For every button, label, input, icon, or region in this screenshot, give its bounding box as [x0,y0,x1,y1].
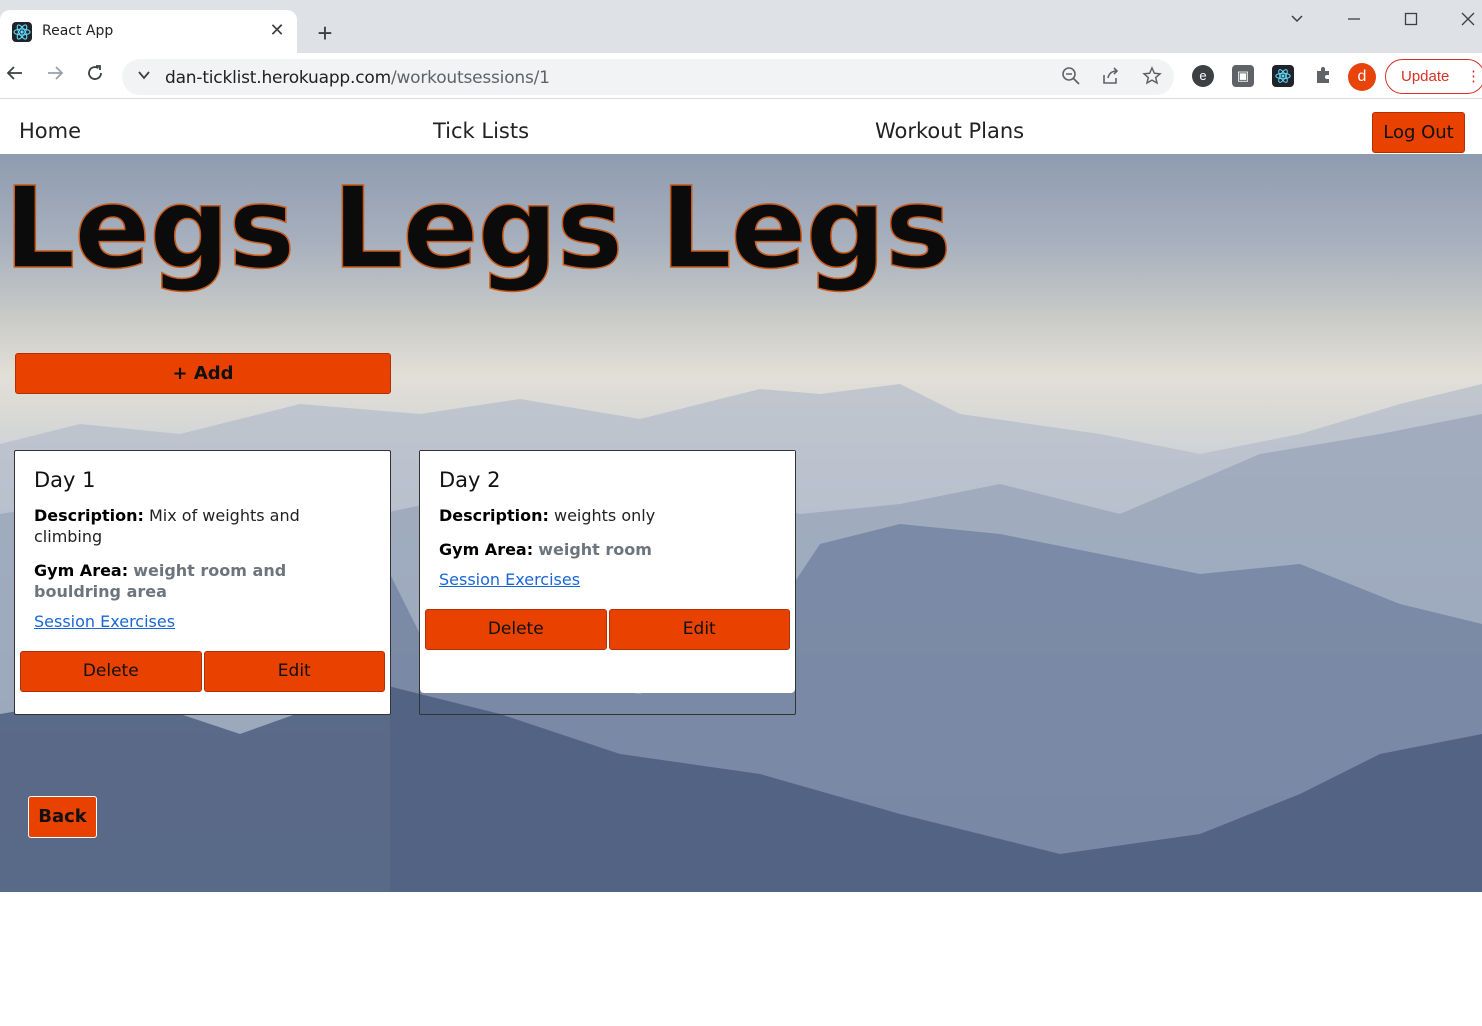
react-favicon-icon [12,22,32,42]
forward-arrow-icon[interactable] [42,63,68,89]
session-exercises-link[interactable]: Session Exercises [34,612,175,631]
extension-tag-icon[interactable]: ▣ [1232,65,1254,87]
tab-close-icon[interactable]: ✕ [266,19,288,41]
delete-button[interactable]: Delete [425,609,607,650]
nav-workout-plans-link[interactable]: Workout Plans [875,119,1024,143]
extension-e-icon[interactable]: e [1192,65,1214,87]
session-description: Description: weights only [439,506,656,525]
mountain-background: Legs Legs Legs + Add Day 1 Description: … [0,154,1482,892]
session-gym-area: Gym Area: weight room [439,540,652,559]
update-button[interactable]: Update ⋮ [1385,59,1482,94]
share-icon[interactable] [1099,66,1123,90]
more-menu-icon[interactable]: ⋮ [1466,60,1481,93]
tab-search-icon[interactable] [1283,8,1311,32]
page-title: Legs Legs Legs [3,164,952,294]
url-text[interactable]: dan-ticklist.herokuapp.com/workoutsessio… [165,68,550,88]
browser-tabstrip: React App ✕ + [0,0,1482,53]
session-card: Day 1 Description: Mix of weights and cl… [14,450,391,715]
browser-toolbar: dan-ticklist.herokuapp.com/workoutsessio… [0,53,1482,99]
zoom-icon[interactable] [1059,66,1083,90]
react-devtools-icon[interactable] [1272,65,1294,87]
nav-tick-lists-link[interactable]: Tick Lists [433,119,529,143]
session-exercises-link[interactable]: Session Exercises [439,570,580,589]
log-out-button[interactable]: Log Out [1372,112,1465,153]
address-bar[interactable]: dan-ticklist.herokuapp.com/workoutsessio… [122,59,1174,95]
profile-avatar[interactable]: d [1348,63,1376,91]
session-gym-area: Gym Area: weight room and bouldring area [34,561,287,601]
add-session-button[interactable]: + Add [15,353,391,394]
bookmark-star-icon[interactable] [1140,66,1164,90]
site-info-icon[interactable] [134,67,154,87]
edit-button[interactable]: Edit [608,609,790,650]
reload-icon[interactable] [82,63,108,89]
session-description: Description: Mix of weights and climbing [34,506,300,546]
browser-tab[interactable]: React App ✕ [0,10,297,53]
close-window-icon[interactable] [1454,8,1482,32]
edit-button[interactable]: Edit [203,651,385,692]
app-navbar: Home Tick Lists Workout Plans Log Out [0,100,1482,154]
session-name: Day 2 [439,468,501,492]
delete-button[interactable]: Delete [20,651,202,692]
session-name: Day 1 [34,468,96,492]
maximize-icon[interactable] [1397,8,1425,32]
tab-title: React App [42,23,114,39]
session-card: Day 2 Description: weights only Gym Area… [419,450,796,715]
nav-home-link[interactable]: Home [19,119,81,143]
back-arrow-icon[interactable] [2,63,28,89]
minimize-icon[interactable] [1340,8,1368,32]
extensions-puzzle-icon[interactable] [1312,65,1334,87]
new-tab-button[interactable]: + [311,19,339,47]
back-button[interactable]: Back [28,796,97,838]
